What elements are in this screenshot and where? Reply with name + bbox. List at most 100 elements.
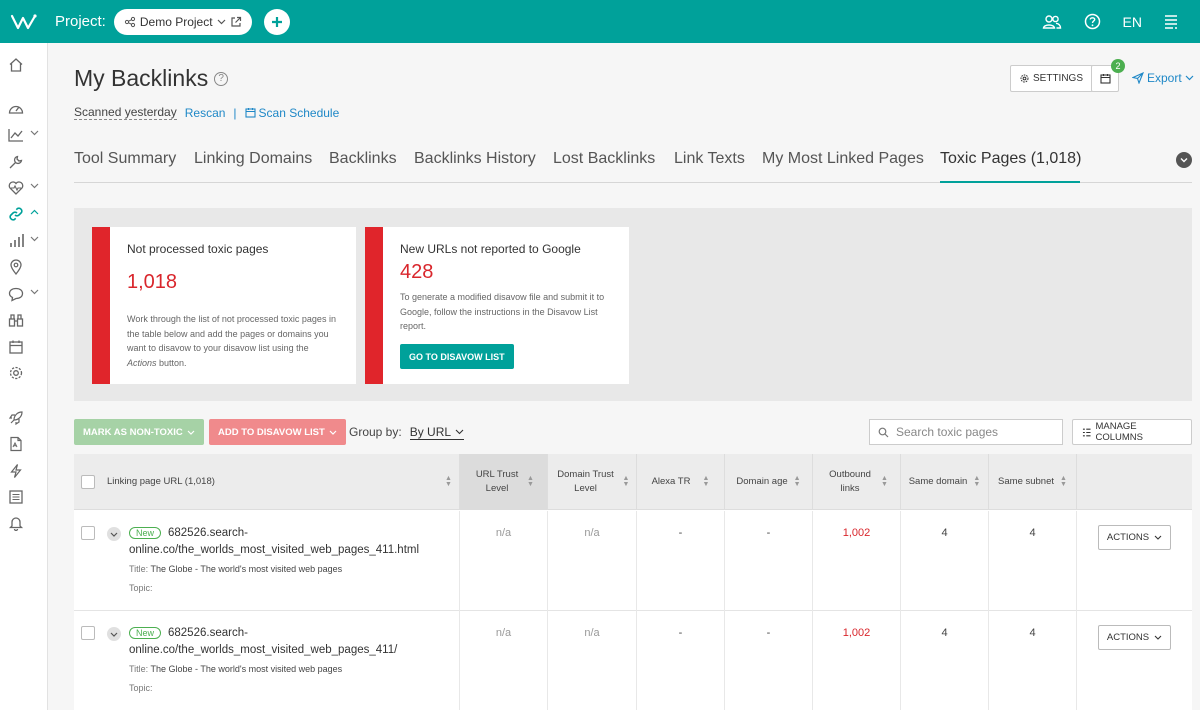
language-selector[interactable]: EN: [1123, 14, 1142, 30]
sort-icon: ▲ ▼: [793, 475, 801, 488]
expand-row-button[interactable]: [107, 527, 121, 541]
column-label: Same domain: [908, 476, 968, 487]
card-description: Work through the list of not processed t…: [127, 312, 337, 370]
actions-button[interactable]: ACTIONS: [1098, 625, 1171, 650]
rocket-icon: [8, 411, 23, 426]
sidebar-item-competitors[interactable]: [8, 310, 42, 330]
sidebar-item-calendar[interactable]: [8, 337, 42, 357]
card-description-text: Work through the list of not processed t…: [127, 314, 336, 368]
pdf-icon: [10, 436, 22, 452]
column-header-outbound[interactable]: Outbound links ▲ ▼: [813, 454, 901, 510]
share-icon: [124, 16, 135, 27]
same-subnet-cell: 4: [989, 511, 1077, 611]
export-button[interactable]: Export: [1132, 71, 1194, 85]
scheduled-reports-button[interactable]: 2: [1091, 59, 1125, 92]
calendar-icon: [1099, 74, 1111, 84]
cell-value[interactable]: 1,002: [813, 527, 900, 539]
card-heading: New URLs not reported to Google: [400, 242, 581, 256]
sidebar-item-growth[interactable]: [8, 408, 42, 428]
main-content: My Backlinks ? Scanned yesterday Rescan …: [48, 43, 1200, 710]
page-title: My Backlinks ?: [74, 65, 229, 92]
sidebar-item-rank-tracking[interactable]: [8, 125, 42, 145]
stat-card-new-urls: New URLs not reported to Google 428 To g…: [365, 227, 629, 384]
tab-link-texts[interactable]: Link Texts: [674, 150, 745, 168]
sidebar-item-dashboard[interactable]: [8, 99, 42, 119]
tab-most-linked-pages[interactable]: My Most Linked Pages: [762, 150, 924, 168]
menu-icon[interactable]: [1164, 14, 1178, 30]
sidebar-item-backlinks[interactable]: [8, 204, 42, 224]
topic-label: Topic:: [129, 583, 153, 593]
users-icon[interactable]: [1042, 14, 1062, 30]
card-accent-bar: [365, 227, 383, 384]
more-tabs-button[interactable]: [1176, 152, 1192, 168]
sidebar-item-reports[interactable]: [8, 434, 42, 454]
help-icon[interactable]: [1084, 13, 1101, 30]
column-header-same-subnet[interactable]: Same subnet ▲ ▼: [989, 454, 1077, 510]
row-checkbox[interactable]: [81, 626, 95, 640]
column-header-domain-age[interactable]: Domain age ▲ ▼: [725, 454, 813, 510]
mark-non-toxic-button[interactable]: MARK AS NON-TOXIC: [74, 419, 204, 445]
tab-backlinks-history[interactable]: Backlinks History: [414, 150, 536, 168]
chevron-down-icon: [329, 430, 337, 435]
chevron-down-icon: [110, 632, 118, 637]
sidebar-item-settings[interactable]: [8, 363, 42, 383]
add-to-disavow-button[interactable]: ADD TO DISAVOW LIST: [209, 419, 346, 445]
actions-label: ACTIONS: [1106, 532, 1150, 543]
column-label: Linking page URL (1,018): [107, 476, 215, 487]
cell-value[interactable]: 1,002: [813, 627, 900, 639]
tab-tool-summary[interactable]: Tool Summary: [74, 150, 176, 168]
settings-button[interactable]: SETTINGS: [1010, 65, 1094, 92]
external-link-icon[interactable]: [230, 16, 242, 28]
column-header-domain-trust[interactable]: Domain Trust Level ▲ ▼: [548, 454, 637, 510]
rescan-link[interactable]: Rescan: [185, 106, 226, 120]
logo-icon[interactable]: [0, 13, 48, 31]
sidebar-item-social[interactable]: [8, 284, 42, 304]
sidebar: [0, 43, 48, 710]
sidebar-item-alerts[interactable]: [8, 513, 42, 533]
page-url-link[interactable]: 682526.search-online.co/the_worlds_most_…: [129, 525, 449, 559]
sidebar-item-home[interactable]: [8, 55, 42, 75]
table-row: New 682526.search-online.co/the_worlds_m…: [74, 511, 1192, 611]
column-header-url[interactable]: Linking page URL (1,018) ▲ ▼: [74, 454, 460, 510]
page-title-meta: Title: The Globe - The world's most visi…: [129, 564, 342, 574]
outbound-cell: 1,002: [813, 511, 901, 611]
project-selector[interactable]: Demo Project: [113, 8, 252, 35]
domain-age-cell: -: [725, 611, 813, 710]
sidebar-item-local[interactable]: [8, 257, 42, 277]
search-box[interactable]: Search toxic pages: [869, 419, 1063, 445]
sidebar-item-lists[interactable]: [8, 487, 42, 507]
bolt-icon: [10, 464, 22, 478]
expand-row-button[interactable]: [107, 627, 121, 641]
add-to-disavow-label: ADD TO DISAVOW LIST: [218, 426, 325, 438]
column-header-url-trust[interactable]: URL Trust Level ▲ ▼: [460, 454, 548, 510]
sidebar-item-site-audit[interactable]: [8, 152, 42, 172]
page-title-meta: Title: The Globe - The world's most visi…: [129, 664, 342, 674]
chevron-down-icon: [110, 532, 118, 537]
sidebar-item-integrations[interactable]: [8, 461, 42, 481]
tab-lost-backlinks[interactable]: Lost Backlinks: [553, 150, 655, 168]
help-icon[interactable]: ?: [214, 71, 229, 86]
column-header-same-domain[interactable]: Same domain ▲ ▼: [901, 454, 989, 510]
binoculars-icon: [8, 314, 24, 327]
manage-columns-button[interactable]: MANAGE COLUMNS: [1072, 419, 1192, 445]
group-by-select[interactable]: By URL: [409, 425, 465, 440]
actions-button[interactable]: ACTIONS: [1098, 525, 1171, 550]
wrench-icon: [9, 155, 23, 169]
tab-backlinks[interactable]: Backlinks: [329, 150, 397, 168]
cell-value: n/a: [495, 627, 512, 639]
select-all-checkbox[interactable]: [81, 475, 95, 489]
calendar-icon: [9, 340, 23, 354]
sidebar-item-monitoring[interactable]: [8, 178, 42, 198]
scan-schedule-link[interactable]: Scan Schedule: [244, 106, 339, 120]
add-project-button[interactable]: [263, 8, 290, 35]
row-checkbox[interactable]: [81, 526, 95, 540]
tab-linking-domains[interactable]: Linking Domains: [194, 150, 312, 168]
same-domain-cell: 4: [901, 511, 989, 611]
column-header-alexa[interactable]: Alexa TR ▲ ▼: [637, 454, 725, 510]
export-label: Export: [1147, 71, 1182, 85]
go-to-disavow-list-button[interactable]: GO TO DISAVOW LIST: [400, 344, 514, 369]
sidebar-item-analytics[interactable]: [8, 231, 42, 251]
page-url-link[interactable]: 682526.search-online.co/the_worlds_most_…: [129, 625, 449, 659]
separator: |: [233, 105, 237, 120]
tab-toxic-pages[interactable]: Toxic Pages (1,018): [940, 150, 1081, 168]
